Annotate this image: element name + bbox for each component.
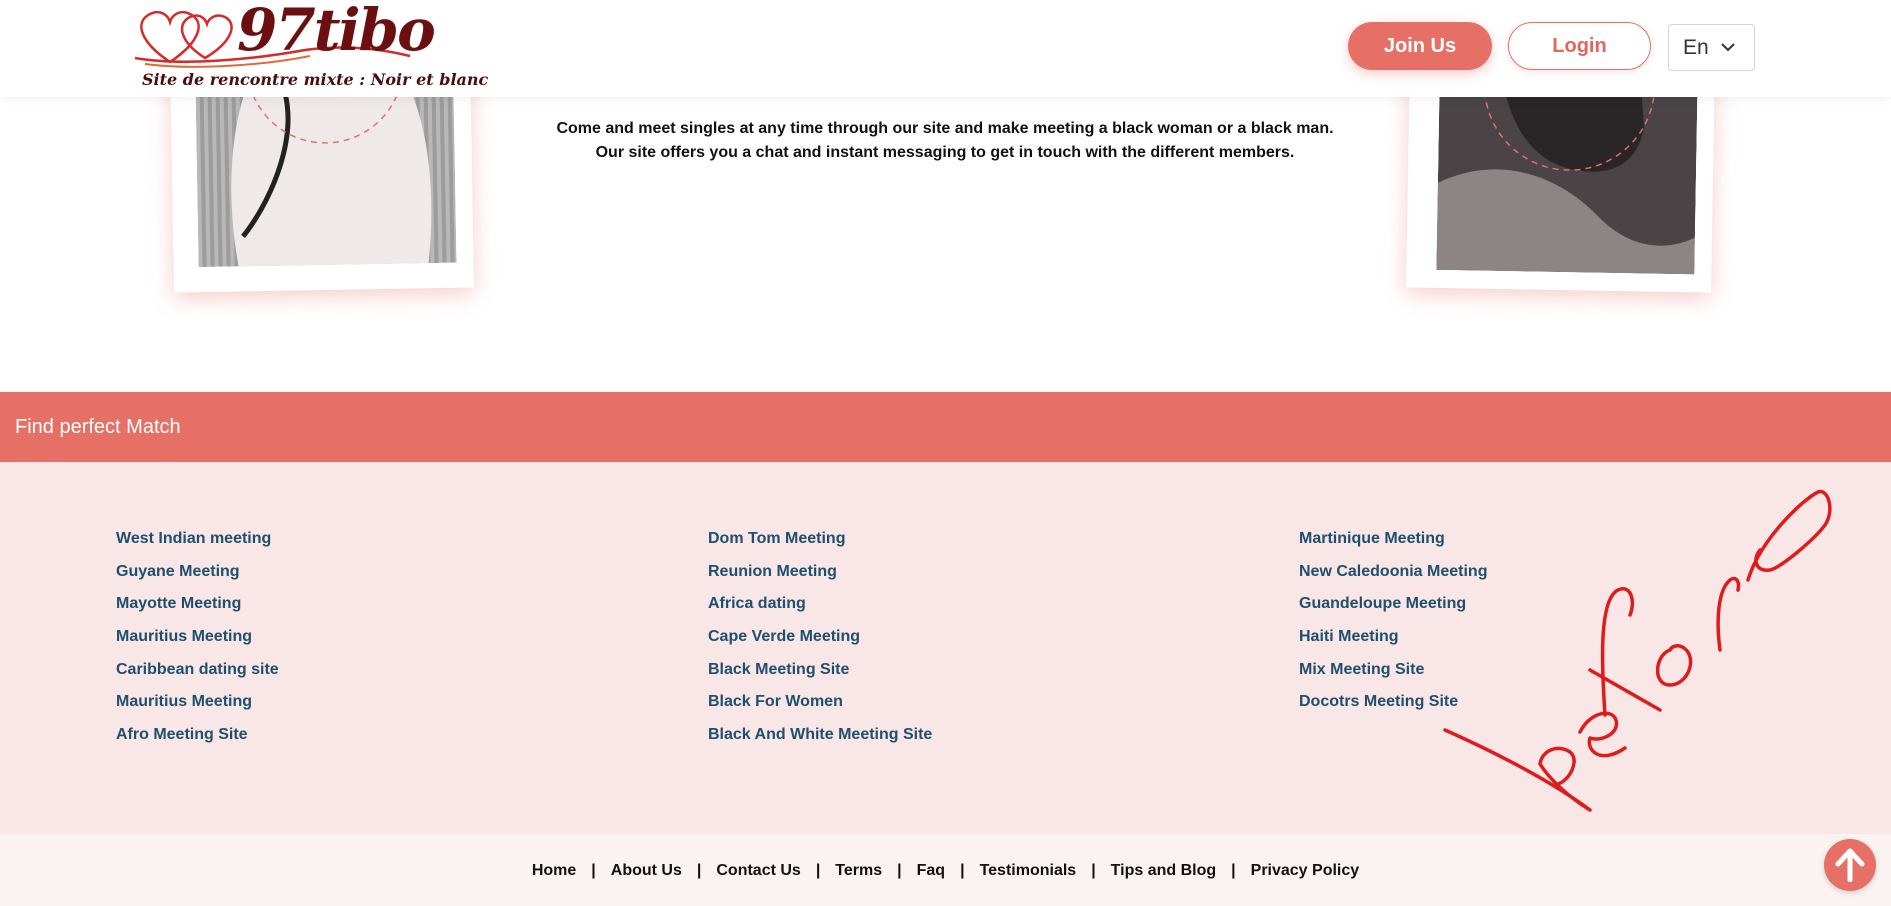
match-links-column-2: Dom Tom Meeting Reunion Meeting Africa d… bbox=[708, 530, 932, 759]
site-footer: Home | About Us | Contact Us | Terms | Faq | Testi… bbox=[0, 834, 1891, 906]
footer-nav: Home | About Us | Contact Us | Terms | Faq | Testi… bbox=[0, 862, 1891, 880]
match-links-column-1: West Indian meeting Guyane Meeting Mayot… bbox=[116, 530, 279, 759]
join-us-button[interactable]: Join Us bbox=[1348, 22, 1492, 70]
footer-link-faq[interactable]: Faq bbox=[917, 862, 945, 879]
match-link[interactable]: West Indian meeting bbox=[116, 530, 271, 547]
list-item: Black For Women bbox=[708, 693, 932, 726]
separator: | bbox=[696, 862, 702, 879]
footer-link-home[interactable]: Home bbox=[532, 862, 576, 879]
footer-link-privacy-policy[interactable]: Privacy Policy bbox=[1251, 862, 1360, 879]
match-link[interactable]: Cape Verde Meeting bbox=[708, 628, 860, 645]
logo-tagline: Site de rencontre mixte : Noir et blanc bbox=[142, 70, 489, 89]
list-item: Reunion Meeting bbox=[708, 563, 932, 596]
language-select[interactable]: En bbox=[1668, 24, 1755, 71]
footer-link-terms[interactable]: Terms bbox=[835, 862, 882, 879]
match-link[interactable]: Martinique Meeting bbox=[1299, 530, 1445, 547]
intro-text: Come and meet singles at any time throug… bbox=[530, 117, 1360, 165]
footer-link-testimonials[interactable]: Testimonials bbox=[980, 862, 1077, 879]
list-item: Mayotte Meeting bbox=[116, 595, 279, 628]
match-link[interactable]: Black For Women bbox=[708, 693, 843, 710]
find-match-header: Find perfect Match bbox=[0, 392, 1891, 462]
list-item: Black Meeting Site bbox=[708, 661, 932, 694]
match-link[interactable]: Black And White Meeting Site bbox=[708, 726, 932, 743]
match-link[interactable]: Dom Tom Meeting bbox=[708, 530, 845, 547]
list-item: Dom Tom Meeting bbox=[708, 530, 932, 563]
match-link[interactable]: Mix Meeting Site bbox=[1299, 661, 1424, 678]
footer-link-contact-us[interactable]: Contact Us bbox=[716, 862, 800, 879]
match-link[interactable]: Mayotte Meeting bbox=[116, 595, 241, 612]
intro-line-2: Our site offers you a chat and instant m… bbox=[595, 144, 1295, 161]
find-match-title: Find perfect Match bbox=[15, 416, 181, 438]
separator: | bbox=[1231, 862, 1236, 879]
footer-link-tips-and-blog[interactable]: Tips and Blog bbox=[1111, 862, 1216, 879]
list-item: Mauritius Meeting bbox=[116, 628, 279, 661]
separator: | bbox=[1091, 862, 1096, 879]
match-link[interactable]: Caribbean dating site bbox=[116, 661, 279, 678]
list-item: Afro Meeting Site bbox=[116, 726, 279, 759]
list-item: Black And White Meeting Site bbox=[708, 726, 932, 759]
separator: | bbox=[960, 862, 965, 879]
list-item: Africa dating bbox=[708, 595, 932, 628]
match-link[interactable]: Africa dating bbox=[708, 595, 806, 612]
list-item: Caribbean dating site bbox=[116, 661, 279, 694]
match-link[interactable]: Haiti Meeting bbox=[1299, 628, 1399, 645]
list-item: Guyane Meeting bbox=[116, 563, 279, 596]
intro-line-1: Come and meet singles at any time throug… bbox=[556, 120, 1334, 137]
separator: | bbox=[591, 862, 596, 879]
site-logo[interactable]: 97tibo Site de rencontre mixte : Noir et… bbox=[130, 0, 488, 97]
logo-wordmark: 97tibo bbox=[237, 0, 436, 64]
match-link[interactable]: Black Meeting Site bbox=[708, 661, 849, 678]
list-item: Cape Verde Meeting bbox=[708, 628, 932, 661]
handwritten-before-annotation bbox=[1443, 489, 1832, 812]
separator: | bbox=[815, 862, 821, 879]
chevron-down-icon bbox=[1720, 43, 1735, 52]
login-button[interactable]: Login bbox=[1508, 22, 1651, 70]
match-link[interactable]: Afro Meeting Site bbox=[116, 726, 248, 743]
footer-link-about-us[interactable]: About Us bbox=[611, 862, 682, 879]
match-link[interactable]: Reunion Meeting bbox=[708, 563, 837, 580]
match-link[interactable]: Mauritius Meeting bbox=[116, 693, 252, 710]
site-header: 97tibo Site de rencontre mixte : Noir et… bbox=[0, 0, 1891, 97]
match-link[interactable]: Mauritius Meeting bbox=[116, 628, 252, 645]
separator: | bbox=[897, 862, 902, 879]
list-item: Mauritius Meeting bbox=[116, 693, 279, 726]
match-link[interactable]: Guyane Meeting bbox=[116, 563, 240, 580]
list-item: West Indian meeting bbox=[116, 530, 279, 563]
language-value: En bbox=[1683, 35, 1709, 59]
arrow-up-icon bbox=[1835, 848, 1865, 882]
scroll-to-top-button[interactable] bbox=[1824, 839, 1876, 891]
